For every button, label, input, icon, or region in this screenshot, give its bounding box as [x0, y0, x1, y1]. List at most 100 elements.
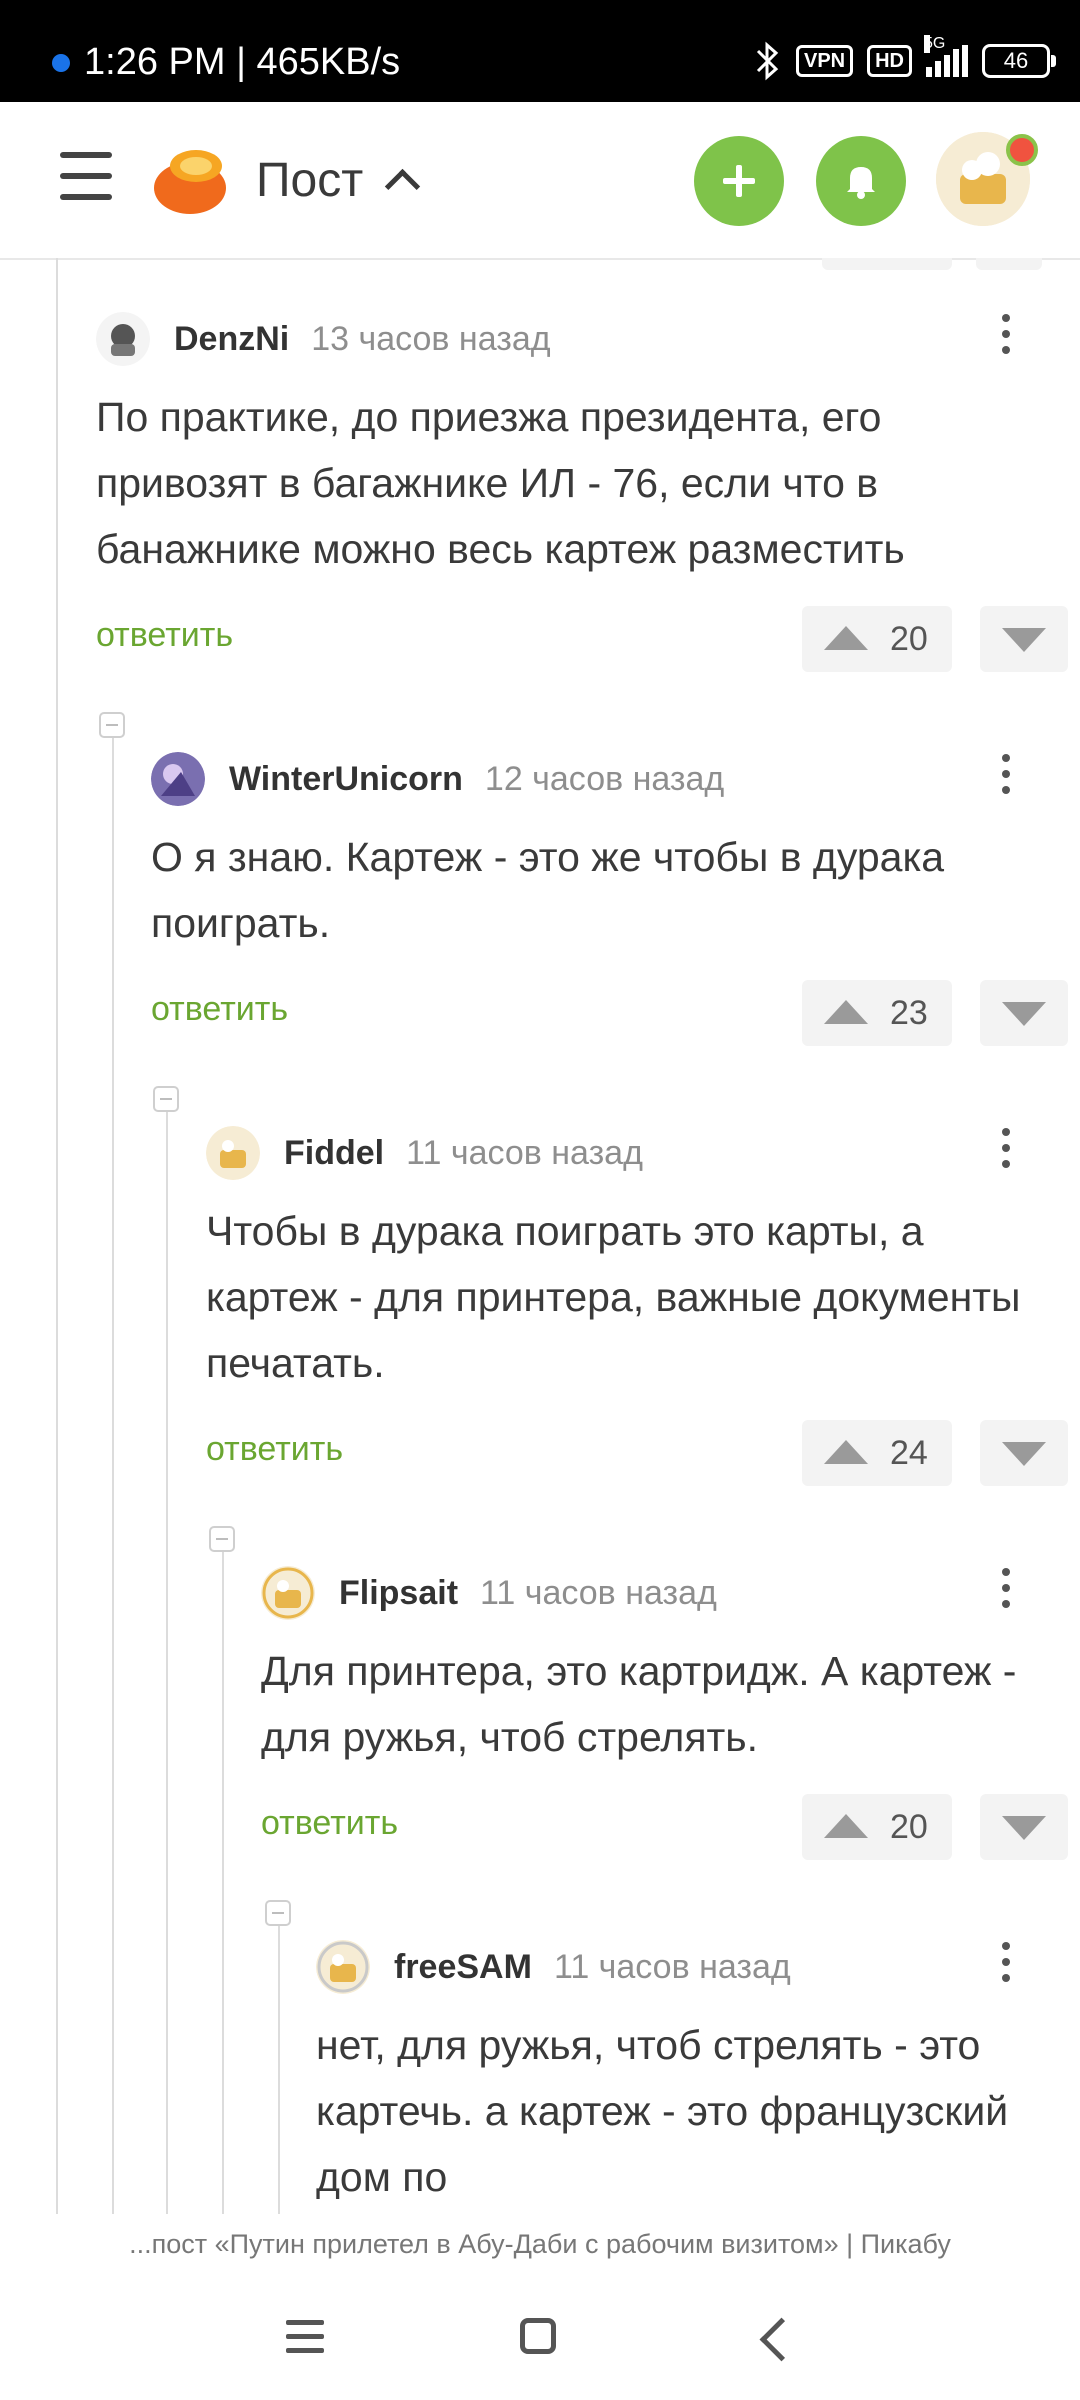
- upvote-button[interactable]: 20: [802, 606, 952, 672]
- menu-icon[interactable]: [60, 152, 112, 200]
- avatar[interactable]: [206, 1126, 260, 1180]
- comment-time: 11 часов назад: [553, 1948, 791, 1986]
- comment: WinterUnicorn 12 часов назад О я знаю. Ка…: [151, 750, 1068, 1046]
- comment-author[interactable]: freeSAM 11 часов назад: [394, 1946, 791, 1988]
- bluetooth-icon: [756, 41, 779, 81]
- comment: Flipsait 11 часов назад Для принтера, это…: [261, 1564, 1068, 1860]
- upvote-button[interactable]: 24: [802, 1420, 952, 1486]
- thread-line[interactable]: [166, 1102, 168, 2214]
- reply-button[interactable]: ответить: [96, 616, 233, 655]
- battery-icon: 46: [982, 44, 1056, 78]
- comment-text: О я знаю. Картеж - это же чтобы в дурака…: [151, 834, 945, 946]
- arrow-down-icon: [1002, 1442, 1046, 1466]
- collapse-toggle[interactable]: [153, 1086, 179, 1112]
- arrow-up-icon: [824, 1000, 868, 1024]
- downvote-button[interactable]: [980, 1794, 1068, 1860]
- recent-apps-icon[interactable]: [286, 2320, 324, 2362]
- username[interactable]: Fiddel: [284, 1134, 384, 1172]
- downvote-button[interactable]: [980, 980, 1068, 1046]
- previous-vote-box: [822, 258, 952, 270]
- arrow-down-icon: [1002, 1816, 1046, 1840]
- reply-button[interactable]: ответить: [151, 990, 288, 1029]
- battery-level: 46: [1003, 48, 1029, 73]
- comment-author[interactable]: WinterUnicorn 12 часов назад: [229, 758, 724, 800]
- arrow-down-icon: [1002, 628, 1046, 652]
- plus-icon: [723, 165, 755, 197]
- username[interactable]: Flipsait: [339, 1574, 458, 1612]
- upvote-button[interactable]: 20: [802, 1794, 952, 1860]
- comment-text: Для принтера, это картридж. А картеж - д…: [261, 1648, 1017, 1760]
- arrow-down-icon: [1002, 1002, 1046, 1026]
- comment-time: 13 часов назад: [311, 320, 551, 358]
- comment-header: WinterUnicorn 12 часов назад: [151, 750, 1040, 808]
- comment-text: По практике, до приезжа президента, его …: [96, 394, 905, 572]
- comment-footer: ответить 23: [151, 980, 1068, 1046]
- comment-text: Чтобы в дурака поиграть это карты, а кар…: [206, 1208, 1021, 1386]
- more-options-icon[interactable]: [1000, 1568, 1012, 1618]
- app-header: Пост: [0, 102, 1080, 260]
- comment-author[interactable]: DenzNi 13 часов назад: [174, 318, 551, 360]
- comment-footer: ответить 20: [96, 606, 1068, 672]
- reply-button[interactable]: ответить: [206, 1430, 343, 1469]
- more-options-icon[interactable]: [1000, 1128, 1012, 1178]
- back-icon[interactable]: [759, 2317, 804, 2362]
- username[interactable]: WinterUnicorn: [229, 760, 463, 798]
- thread-line[interactable]: [278, 1916, 280, 2214]
- user-avatar[interactable]: [936, 132, 1038, 226]
- rating-count: 23: [890, 994, 928, 1032]
- hd-icon: HD: [867, 45, 912, 77]
- comment-footer: ответить 20: [261, 1794, 1068, 1860]
- more-options-icon[interactable]: [1000, 754, 1012, 804]
- collapse-toggle[interactable]: [209, 1526, 235, 1552]
- rating-count: 24: [890, 1434, 928, 1472]
- avatar[interactable]: [96, 312, 150, 366]
- comment-author[interactable]: Flipsait 11 часов назад: [339, 1572, 717, 1614]
- comment-header: freeSAM 11 часов назад: [316, 1938, 1040, 1996]
- signal-icon: 5G: [924, 35, 968, 77]
- arrow-up-icon: [824, 1814, 868, 1838]
- comment-time: 11 часов назад: [480, 1574, 717, 1612]
- comment-header: Flipsait 11 часов назад: [261, 1564, 1040, 1622]
- previous-vote-box: [976, 258, 1042, 270]
- status-time: 1:26 PM | 465KB/s: [84, 41, 401, 83]
- comment-author[interactable]: Fiddel 11 часов назад: [284, 1132, 643, 1174]
- add-post-button[interactable]: [694, 136, 784, 226]
- pikabu-logo[interactable]: [150, 142, 232, 216]
- comment: Fiddel 11 часов назад Чтобы в дурака поиг…: [206, 1124, 1068, 1486]
- reply-button[interactable]: ответить: [261, 1804, 398, 1843]
- status-icons: VPN HD 5G 46: [752, 34, 1056, 88]
- page-title[interactable]: Пост: [256, 150, 363, 212]
- system-nav-bar: [0, 2274, 1080, 2400]
- collapse-toggle[interactable]: [99, 712, 125, 738]
- network-type: 5G: [924, 35, 946, 53]
- downvote-button[interactable]: [980, 1420, 1068, 1486]
- rating-count: 20: [890, 620, 928, 658]
- bell-icon: [847, 167, 875, 199]
- comment: freeSAM 11 часов назад нет, для ружья, чт…: [316, 1938, 1040, 2210]
- avatar[interactable]: [316, 1940, 370, 1994]
- avatar[interactable]: [261, 1566, 315, 1620]
- avatar[interactable]: [151, 752, 205, 806]
- vpn-icon: VPN: [795, 45, 854, 77]
- comment-header: Fiddel 11 часов назад: [206, 1124, 1040, 1182]
- more-options-icon[interactable]: [1000, 314, 1012, 364]
- thread-line[interactable]: [112, 728, 114, 2214]
- username[interactable]: DenzNi: [174, 320, 289, 358]
- thread-line[interactable]: [222, 1542, 224, 2214]
- notifications-button[interactable]: [816, 136, 906, 226]
- notification-dot: [52, 54, 70, 72]
- comment-header: DenzNi 13 часов назад: [96, 310, 1040, 368]
- chevron-up-icon[interactable]: [384, 168, 421, 205]
- comment-text: нет, для ружья, чтоб стрелять - это карт…: [316, 2022, 1009, 2200]
- home-icon[interactable]: [520, 2318, 556, 2354]
- username[interactable]: freeSAM: [394, 1948, 532, 1986]
- page-url-bar[interactable]: ...пост «Путин прилетел в Абу-Даби с раб…: [0, 2214, 1080, 2274]
- arrow-up-icon: [824, 626, 868, 650]
- comment: DenzNi 13 часов назад По практике, до при…: [96, 310, 1068, 672]
- downvote-button[interactable]: [980, 606, 1068, 672]
- comment-footer: ответить 24: [206, 1420, 1068, 1486]
- thread-line[interactable]: [56, 258, 58, 2214]
- collapse-toggle[interactable]: [265, 1900, 291, 1926]
- upvote-button[interactable]: 23: [802, 980, 952, 1046]
- more-options-icon[interactable]: [1000, 1942, 1012, 1992]
